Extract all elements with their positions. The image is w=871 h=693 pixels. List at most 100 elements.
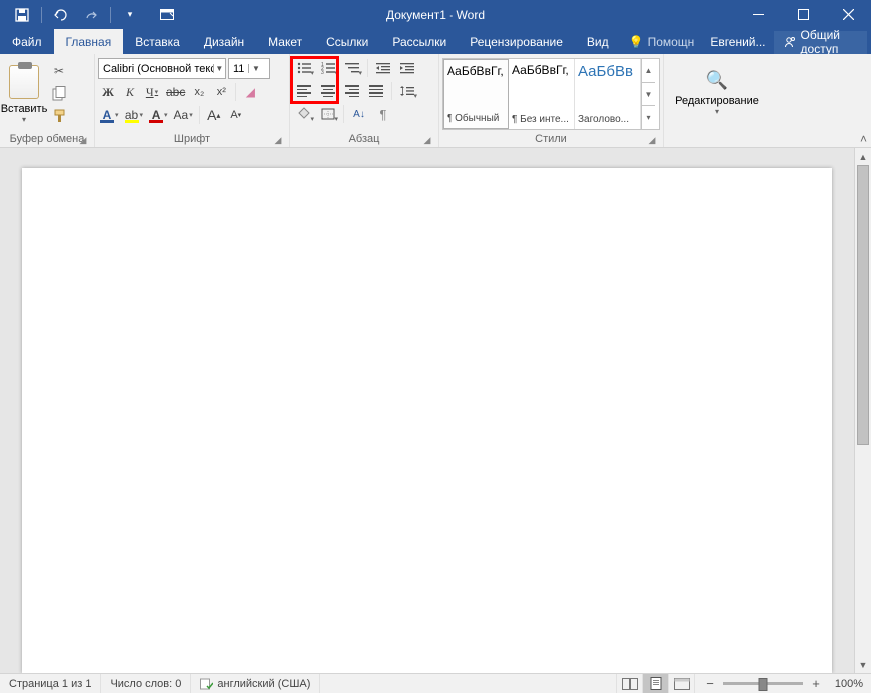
chevron-down-icon[interactable]: ▼ <box>248 64 262 73</box>
clipboard-icon <box>9 65 39 99</box>
qat-customize-icon[interactable]: ▾ <box>116 3 144 27</box>
group-paragraph: 123 A↓ ¶ Абзац <box>290 54 439 147</box>
vertical-scrollbar: ▲ ▼ <box>854 148 871 673</box>
style-name-label: ¶ Обычный <box>447 113 505 124</box>
maximize-button[interactable] <box>781 0 826 29</box>
font-color-button[interactable]: A <box>147 105 170 125</box>
page-canvas[interactable] <box>22 168 832 673</box>
scroll-down-icon[interactable]: ▼ <box>855 656 871 673</box>
style-no-spacing[interactable]: АаБбВвГг, ¶ Без инте... <box>509 59 575 129</box>
style-normal[interactable]: АаБбВвГг, ¶ Обычный <box>443 59 509 129</box>
italic-button[interactable]: К <box>120 82 140 102</box>
style-sample: АаБбВв <box>578 63 637 91</box>
subscript-button[interactable]: x₂ <box>189 82 209 102</box>
save-icon[interactable] <box>8 3 36 27</box>
zoom-in-button[interactable]: + <box>809 676 823 691</box>
superscript-button[interactable]: x² <box>211 82 231 102</box>
gallery-more-icon[interactable]: ▾ <box>642 106 655 129</box>
user-account[interactable]: Евгений... <box>702 35 773 49</box>
tab-home[interactable]: Главная <box>54 29 124 54</box>
bold-button[interactable]: Ж <box>98 82 118 102</box>
tab-references[interactable]: Ссылки <box>314 29 380 54</box>
font-name-value: Calibri (Основной текст) <box>99 63 213 75</box>
chevron-down-icon[interactable]: ▼ <box>213 64 225 73</box>
scrollbar-thumb[interactable] <box>857 165 869 445</box>
collapse-ribbon-icon[interactable]: ˄ <box>860 132 867 146</box>
editing-label: Редактирование <box>675 95 759 107</box>
change-case-button[interactable]: Aa <box>172 105 195 125</box>
tab-file[interactable]: Файл <box>0 29 54 54</box>
close-button[interactable] <box>826 0 871 29</box>
web-layout-icon[interactable] <box>668 674 694 693</box>
text-effects-button[interactable]: A <box>98 105 121 125</box>
justify-button[interactable] <box>365 81 387 101</box>
document-scroll-area[interactable] <box>0 148 854 673</box>
format-painter-icon[interactable] <box>49 106 69 124</box>
status-page[interactable]: Страница 1 из 1 <box>0 674 101 693</box>
shrink-font-button[interactable]: A▾ <box>226 105 246 125</box>
redo-icon[interactable] <box>77 3 105 27</box>
gallery-down-icon[interactable]: ▼ <box>642 83 655 107</box>
tab-mailings[interactable]: Рассылки <box>380 29 458 54</box>
ribbon-display-options-icon[interactable] <box>144 0 189 29</box>
decrease-indent-button[interactable] <box>372 58 394 78</box>
strikethrough-button[interactable]: abc <box>164 82 187 102</box>
read-mode-icon[interactable] <box>616 674 642 693</box>
style-heading1[interactable]: АаБбВв Заголово... <box>575 59 641 129</box>
undo-icon[interactable] <box>47 3 75 27</box>
share-button[interactable]: Общий доступ <box>774 31 867 54</box>
increase-indent-button[interactable] <box>396 58 418 78</box>
title-bar: ▾ Документ1 - Word <box>0 0 871 29</box>
zoom-out-button[interactable]: − <box>703 676 717 691</box>
tab-layout[interactable]: Макет <box>256 29 314 54</box>
font-size-combo[interactable]: 11▼ <box>228 58 270 79</box>
print-layout-icon[interactable] <box>642 674 668 693</box>
tell-me-search[interactable]: 💡 Помощн <box>621 35 703 49</box>
window-controls <box>736 0 871 29</box>
gallery-up-icon[interactable]: ▲ <box>642 59 655 83</box>
align-right-button[interactable] <box>341 81 363 101</box>
styles-launcher-icon[interactable]: ◢ <box>646 134 658 146</box>
align-left-button[interactable] <box>293 81 315 101</box>
editing-button[interactable]: 🔍 Редактирование ▾ <box>667 56 767 130</box>
sort-button[interactable]: A↓ <box>348 104 370 124</box>
clear-formatting-button[interactable]: ◢ <box>240 82 260 102</box>
paragraph-launcher-icon[interactable]: ◢ <box>421 134 433 146</box>
group-label-clipboard: Буфер обмена <box>10 133 85 145</box>
show-hide-button[interactable]: ¶ <box>372 104 394 124</box>
zoom-level[interactable]: 100% <box>829 678 863 690</box>
numbering-button[interactable]: 123 <box>317 58 339 78</box>
highlight-button[interactable]: ab <box>123 105 146 125</box>
line-spacing-button[interactable] <box>396 81 418 101</box>
align-center-button[interactable] <box>317 81 339 101</box>
bullets-button[interactable] <box>293 58 315 78</box>
style-name-label: Заголово... <box>578 114 637 125</box>
scrollbar-track[interactable] <box>855 165 871 656</box>
font-launcher-icon[interactable]: ◢ <box>272 134 284 146</box>
group-clipboard: Вставить ▾ ✂ Буфер обмена◢ <box>0 54 95 147</box>
tab-design[interactable]: Дизайн <box>192 29 256 54</box>
borders-button[interactable] <box>317 104 339 124</box>
clipboard-launcher-icon[interactable]: ◢ <box>77 134 89 146</box>
grow-font-button[interactable]: A▴ <box>204 105 224 125</box>
minimize-button[interactable] <box>736 0 781 29</box>
style-sample: АаБбВвГг, <box>512 63 571 91</box>
tab-view[interactable]: Вид <box>575 29 621 54</box>
zoom-slider[interactable] <box>723 682 803 685</box>
multilevel-list-button[interactable] <box>341 58 363 78</box>
status-word-count[interactable]: Число слов: 0 <box>101 674 191 693</box>
tab-review[interactable]: Рецензирование <box>458 29 575 54</box>
underline-button[interactable]: Ч <box>142 82 162 102</box>
share-label: Общий доступ <box>801 28 857 56</box>
document-title: Документ1 - Word <box>386 8 485 22</box>
share-icon <box>784 36 796 48</box>
paste-button[interactable]: Вставить ▾ <box>3 56 45 130</box>
gallery-scroll: ▲ ▼ ▾ <box>641 59 655 129</box>
shading-button[interactable] <box>293 104 315 124</box>
font-name-combo[interactable]: Calibri (Основной текст)▼ <box>98 58 226 79</box>
scroll-up-icon[interactable]: ▲ <box>855 148 871 165</box>
cut-icon[interactable]: ✂ <box>49 62 69 80</box>
copy-icon[interactable] <box>49 84 69 102</box>
tab-insert[interactable]: Вставка <box>123 29 192 54</box>
status-language[interactable]: английский (США) <box>191 674 320 693</box>
